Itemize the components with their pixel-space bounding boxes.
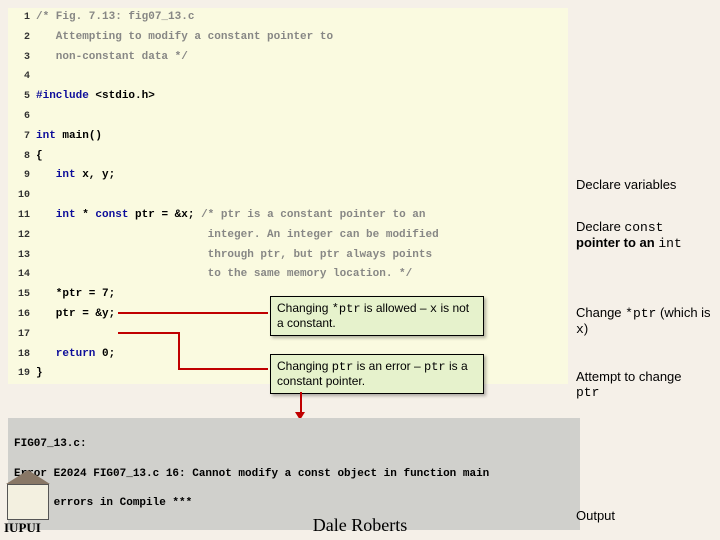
compiler-output: FIG07_13.c: Error E2024 FIG07_13.c 16: C… bbox=[8, 418, 580, 530]
line-number: 13 bbox=[8, 247, 36, 265]
code-line: /* Fig. 7.13: fig07_13.c bbox=[36, 8, 194, 28]
output-line: FIG07_13.c: bbox=[14, 437, 574, 452]
code-line: integer. An integer can be modified bbox=[36, 226, 439, 246]
annotation-change-ptr: Change *ptr (which is x) bbox=[576, 306, 716, 338]
code-line: } bbox=[36, 364, 43, 384]
code-line: non-constant data */ bbox=[36, 48, 188, 68]
code-line: int x, y; bbox=[36, 166, 115, 186]
line-number: 1 bbox=[8, 9, 36, 27]
annotation-declare-vars: Declare variables bbox=[576, 178, 676, 193]
code-line: Attempting to modify a constant pointer … bbox=[36, 28, 333, 48]
footer-author: Dale Roberts bbox=[0, 515, 720, 536]
code-line: #include <stdio.h> bbox=[36, 87, 155, 107]
line-number: 6 bbox=[8, 108, 36, 126]
code-line bbox=[36, 325, 43, 345]
line-number: 15 bbox=[8, 286, 36, 304]
code-line bbox=[36, 107, 43, 127]
line-number: 3 bbox=[8, 49, 36, 67]
output-line: *** 1 errors in Compile *** bbox=[14, 496, 574, 511]
arrow-icon bbox=[118, 332, 178, 334]
code-line: through ptr, but ptr always points bbox=[36, 246, 445, 266]
output-line: Error E2024 FIG07_13.c 16: Cannot modify… bbox=[14, 467, 574, 482]
code-line: int main() bbox=[36, 127, 102, 147]
code-line: { bbox=[36, 147, 43, 167]
line-number: 10 bbox=[8, 187, 36, 205]
line-number: 9 bbox=[8, 167, 36, 185]
line-number: 12 bbox=[8, 227, 36, 245]
arrow-icon bbox=[178, 332, 180, 368]
line-number: 18 bbox=[8, 346, 36, 364]
code-line: to the same memory location. */ bbox=[36, 265, 412, 285]
line-number: 7 bbox=[8, 128, 36, 146]
line-number: 16 bbox=[8, 306, 36, 324]
code-line: return 0; bbox=[36, 345, 115, 365]
line-number: 17 bbox=[8, 326, 36, 344]
line-number: 4 bbox=[8, 68, 36, 86]
callout-error: Changing ptr is an error – ptr is a cons… bbox=[270, 354, 484, 394]
line-number: 2 bbox=[8, 29, 36, 47]
annotation-declare-const: Declare const pointer to an int bbox=[576, 220, 682, 252]
arrow-icon bbox=[300, 392, 302, 414]
arrow-icon bbox=[178, 368, 268, 370]
code-line: int * const ptr = &x; /* ptr is a consta… bbox=[36, 206, 426, 226]
code-line: ptr = &y; bbox=[36, 305, 115, 325]
arrow-icon bbox=[118, 312, 268, 314]
annotation-attempt-change: Attempt to change ptr bbox=[576, 370, 682, 401]
line-number: 11 bbox=[8, 207, 36, 225]
code-line bbox=[36, 186, 43, 206]
line-number: 5 bbox=[8, 88, 36, 106]
code-line: *ptr = 7; bbox=[36, 285, 115, 305]
line-number: 19 bbox=[8, 365, 36, 383]
callout-allowed: Changing *ptr is allowed – x is not a co… bbox=[270, 296, 484, 336]
line-number: 14 bbox=[8, 266, 36, 284]
line-number: 8 bbox=[8, 148, 36, 166]
code-line bbox=[36, 67, 43, 87]
